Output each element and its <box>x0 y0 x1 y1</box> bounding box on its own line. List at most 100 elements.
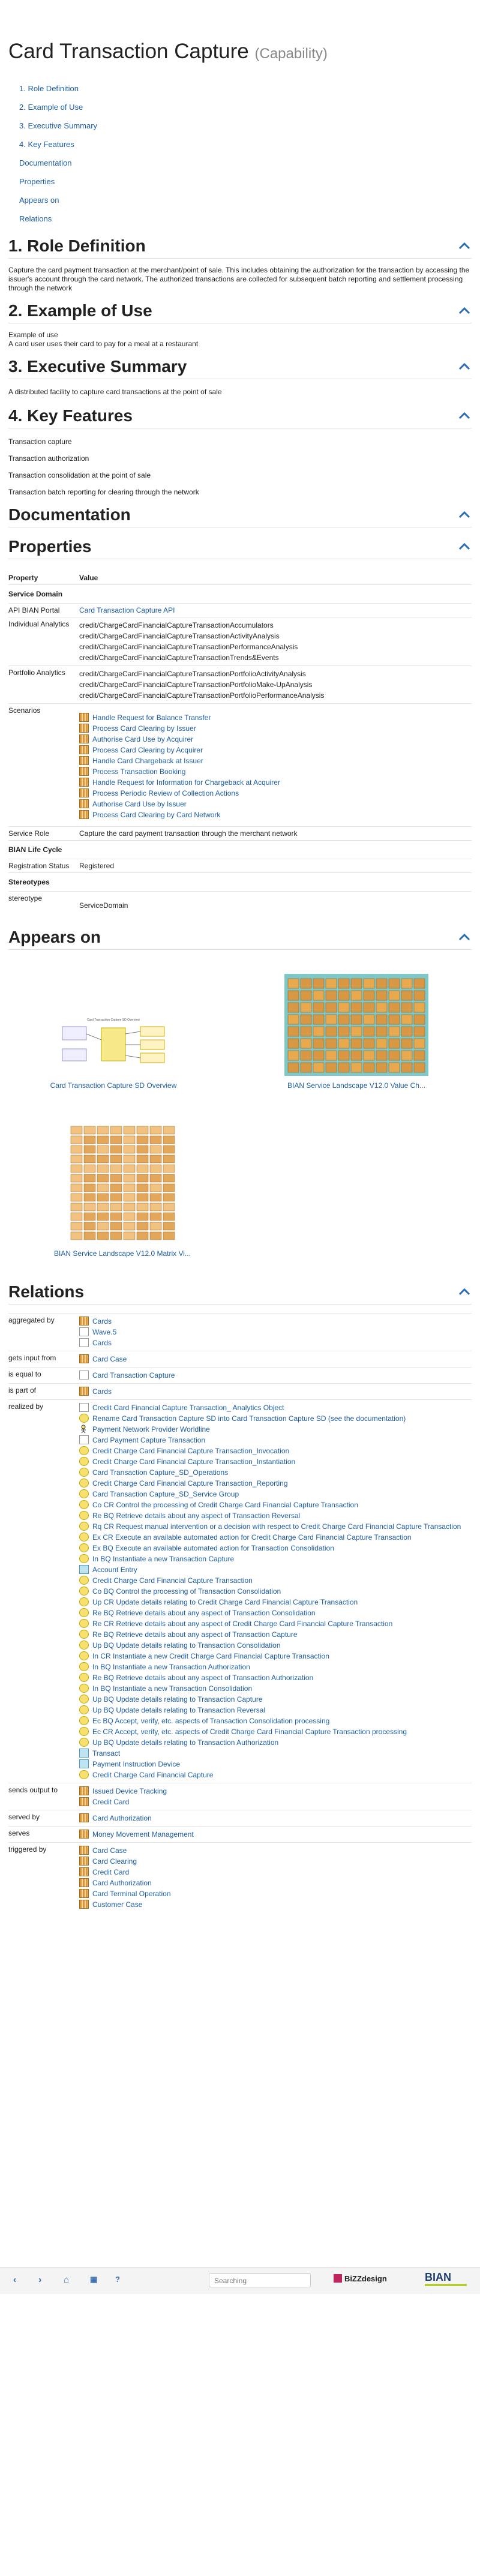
relation-link[interactable]: In BQ Instantiate a new Transaction Cons… <box>92 1684 252 1693</box>
relation-item[interactable]: Up BQ Update details relating to Transac… <box>79 1705 472 1716</box>
relation-item[interactable]: Payment Instruction Device <box>79 1759 472 1770</box>
relation-link[interactable]: In CR Instantiate a new Credit Charge Ca… <box>92 1652 329 1660</box>
relation-item[interactable]: Credit Card Financial Capture Transactio… <box>79 1402 472 1413</box>
scenario-link[interactable]: Process Card Clearing by Issuer <box>92 724 196 733</box>
relation-link[interactable]: Cards <box>92 1339 112 1347</box>
diagram-caption[interactable]: Card Transaction Capture SD Overview <box>38 1081 188 1090</box>
scenario-link[interactable]: Authorise Card Use by Acquirer <box>92 735 193 743</box>
scenario-link[interactable]: Handle Card Chargeback at Issuer <box>92 757 203 765</box>
relation-item[interactable]: Account Entry <box>79 1564 472 1575</box>
scenario-link[interactable]: Authorise Card Use by Issuer <box>92 800 187 808</box>
search-input[interactable]: Searching <box>209 2273 311 2287</box>
relation-item[interactable]: Rq CR Request manual intervention or a d… <box>79 1521 472 1532</box>
relation-link[interactable]: Up BQ Update details relating to Transac… <box>92 1641 281 1650</box>
relation-link[interactable]: Re BQ Retrieve details about any aspect … <box>92 1512 300 1520</box>
relation-link[interactable]: Payment Instruction Device <box>92 1760 180 1768</box>
relation-link[interactable]: Ex BQ Execute an available automated act… <box>92 1544 334 1552</box>
relation-link[interactable]: Credit Charge Card Financial Capture Tra… <box>92 1458 295 1466</box>
relation-item[interactable]: Re BQ Retrieve details about any aspect … <box>79 1608 472 1618</box>
relation-link[interactable]: Card Payment Capture Transaction <box>92 1436 205 1444</box>
relation-item[interactable]: Up BQ Update details relating to Transac… <box>79 1694 472 1705</box>
relation-link[interactable]: Card Terminal Operation <box>92 1890 171 1898</box>
scenario-item[interactable]: Process Transaction Booking <box>79 766 472 777</box>
diagram-thumbnail[interactable]: Card Transaction Capture SD Overview Car… <box>38 1016 188 1090</box>
scenario-link[interactable]: Process Periodic Review of Collection Ac… <box>92 789 239 797</box>
chevron-up-icon[interactable] <box>458 543 470 550</box>
relation-item[interactable]: Co CR Control the processing of Credit C… <box>79 1500 472 1510</box>
chevron-up-icon[interactable] <box>458 242 470 250</box>
home-icon[interactable]: ⌂ <box>64 2275 69 2285</box>
relation-link[interactable]: Customer Case <box>92 1900 142 1909</box>
relation-item[interactable]: Card Authorization <box>79 1878 472 1888</box>
relation-link[interactable]: Up BQ Update details relating to Transac… <box>92 1706 265 1714</box>
scenario-item[interactable]: Handle Card Chargeback at Issuer <box>79 755 472 766</box>
relation-link[interactable]: Card Clearing <box>92 1857 137 1866</box>
relation-link[interactable]: Rename Card Transaction Capture SD into … <box>92 1414 406 1423</box>
chevron-up-icon[interactable] <box>458 511 470 518</box>
relation-item[interactable]: Co BQ Control the processing of Transact… <box>79 1586 472 1597</box>
scenario-link[interactable]: Handle Request for Balance Transfer <box>92 713 211 722</box>
relation-item[interactable]: Wave.5 <box>79 1327 472 1338</box>
diagram-caption[interactable]: BIAN Service Landscape V12.0 Value Ch... <box>272 1081 440 1090</box>
relation-item[interactable]: Credit Charge Card Financial Capture Tra… <box>79 1456 472 1467</box>
relation-item[interactable]: Cards <box>79 1386 472 1397</box>
relation-link[interactable]: Card Authorization <box>92 1879 152 1887</box>
relation-link[interactable]: Credit Card <box>92 1798 129 1806</box>
scenario-item[interactable]: Handle Request for Information for Charg… <box>79 777 472 788</box>
scenario-item[interactable]: Process Periodic Review of Collection Ac… <box>79 788 472 799</box>
relation-link[interactable]: Money Movement Management <box>92 1830 194 1839</box>
relation-link[interactable]: Credit Charge Card Financial Capture Tra… <box>92 1576 253 1585</box>
relation-link[interactable]: Cards <box>92 1387 112 1396</box>
relation-item[interactable]: Credit Charge Card Financial Capture Tra… <box>79 1575 472 1586</box>
relation-item[interactable]: Re BQ Retrieve details about any aspect … <box>79 1510 472 1521</box>
relation-link[interactable]: Credit Charge Card Financial Capture Tra… <box>92 1447 289 1455</box>
relation-item[interactable]: Credit Card <box>79 1797 472 1807</box>
relation-link[interactable]: Credit Card <box>92 1868 129 1876</box>
relation-link[interactable]: Ec CR Accept, verify, etc. aspects of Cr… <box>92 1728 407 1736</box>
chevron-up-icon[interactable] <box>458 1288 470 1296</box>
relation-item[interactable]: Customer Case <box>79 1899 472 1910</box>
grid-icon[interactable]: ▦ <box>90 2275 97 2284</box>
scenario-item[interactable]: Process Card Clearing by Acquirer <box>79 745 472 755</box>
relation-item[interactable]: Credit Charge Card Financial Capture <box>79 1770 472 1780</box>
api-link[interactable]: Card Transaction Capture API <box>79 606 175 614</box>
scenario-item[interactable]: Handle Request for Balance Transfer <box>79 712 472 723</box>
scenario-item[interactable]: Process Card Clearing by Issuer <box>79 723 472 734</box>
relation-item[interactable]: In CR Instantiate a new Credit Charge Ca… <box>79 1651 472 1662</box>
relation-item[interactable]: Re CR Retrieve details about any aspect … <box>79 1618 472 1629</box>
scenario-item[interactable]: Authorise Card Use by Issuer <box>79 799 472 809</box>
scenario-link[interactable]: Process Card Clearing by Acquirer <box>92 746 203 754</box>
relation-item[interactable]: Credit Card <box>79 1867 472 1878</box>
relation-item[interactable]: Cards <box>79 1338 472 1348</box>
toc-link[interactable]: Documentation <box>19 154 472 172</box>
relation-link[interactable]: Ec BQ Accept, verify, etc. aspects of Tr… <box>92 1717 329 1725</box>
relation-item[interactable]: Ec CR Accept, verify, etc. aspects of Cr… <box>79 1726 472 1737</box>
relation-item[interactable]: Money Movement Management <box>79 1829 472 1840</box>
diagram-thumbnail[interactable]: BIAN Service Landscape V12.0 Value Ch... <box>272 974 440 1090</box>
relation-item[interactable]: Card Transaction Capture_SD_Service Grou… <box>79 1489 472 1500</box>
relation-link[interactable]: Wave.5 <box>92 1328 116 1336</box>
relation-link[interactable]: Credit Charge Card Financial Capture Tra… <box>92 1479 288 1488</box>
relation-item[interactable]: Up BQ Update details relating to Transac… <box>79 1737 472 1748</box>
relation-item[interactable]: Re BQ Retrieve details about any aspect … <box>79 1672 472 1683</box>
relation-item[interactable]: In BQ Instantiate a new Transaction Auth… <box>79 1662 472 1672</box>
relation-link[interactable]: Co CR Control the processing of Credit C… <box>92 1501 358 1509</box>
toc-link[interactable]: Properties <box>19 172 472 191</box>
chevron-up-icon[interactable] <box>458 307 470 314</box>
relation-item[interactable]: Transact <box>79 1748 472 1759</box>
relation-item[interactable]: Card Clearing <box>79 1856 472 1867</box>
relation-link[interactable]: Rq CR Request manual intervention or a d… <box>92 1522 461 1531</box>
back-icon[interactable]: ‹ <box>13 2275 16 2286</box>
relation-link[interactable]: Account Entry <box>92 1566 137 1574</box>
relation-item[interactable]: Re BQ Retrieve details about any aspect … <box>79 1629 472 1640</box>
relation-item[interactable]: Credit Charge Card Financial Capture Tra… <box>79 1478 472 1489</box>
relation-link[interactable]: Ex CR Execute an available automated act… <box>92 1533 412 1542</box>
toc-link[interactable]: 2. Example of Use <box>19 98 472 116</box>
toc-link[interactable]: 3. Executive Summary <box>19 116 472 135</box>
forward-icon[interactable]: › <box>38 2275 41 2286</box>
relation-link[interactable]: Card Transaction Capture <box>92 1371 175 1380</box>
relation-link[interactable]: Up BQ Update details relating to Transac… <box>92 1695 263 1704</box>
relation-link[interactable]: Payment Network Provider Worldline <box>92 1425 210 1434</box>
relation-link[interactable]: Co BQ Control the processing of Transact… <box>92 1587 281 1596</box>
scenario-link[interactable]: Process Transaction Booking <box>92 767 185 776</box>
